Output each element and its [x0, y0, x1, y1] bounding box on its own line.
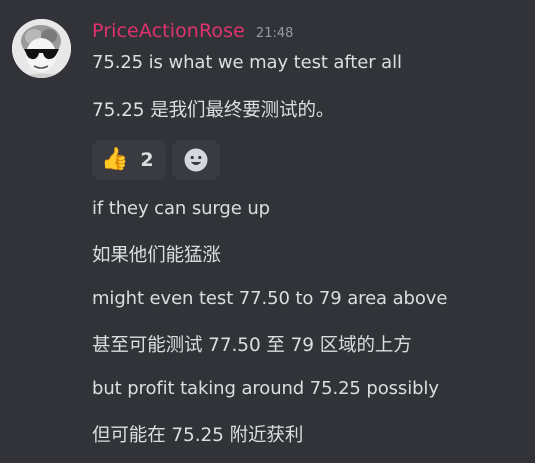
- timestamp[interactable]: 21:48: [256, 26, 293, 41]
- message-line: might even test 77.50 to 79 area above: [92, 288, 448, 309]
- add-reaction-smiley-icon: [184, 148, 208, 172]
- message-line: 但可能在 75.25 附近获利: [92, 425, 304, 446]
- thumbs-up-icon: 👍: [101, 147, 129, 172]
- message-line: 75.25 is what we may test after all: [92, 52, 402, 73]
- message-line: but profit taking around 75.25 possibly: [92, 378, 439, 399]
- message-line: if they can surge up: [92, 198, 270, 219]
- reactions-bar: 👍 2: [92, 140, 220, 180]
- avatar-image: [12, 19, 71, 78]
- username[interactable]: PriceActionRose: [92, 20, 245, 42]
- reaction-count: 2: [140, 149, 154, 171]
- message-line: 如果他们能猛涨: [92, 245, 221, 266]
- thumbs-up-reaction[interactable]: 👍 2: [92, 140, 166, 180]
- message-line: 75.25 是我们最终要测试的。: [92, 100, 335, 121]
- add-reaction-button[interactable]: [172, 140, 220, 180]
- message-line: 甚至可能测试 77.50 至 79 区域的上方: [92, 335, 412, 356]
- avatar[interactable]: [12, 19, 71, 78]
- message-header: PriceActionRose 21:48: [92, 20, 293, 46]
